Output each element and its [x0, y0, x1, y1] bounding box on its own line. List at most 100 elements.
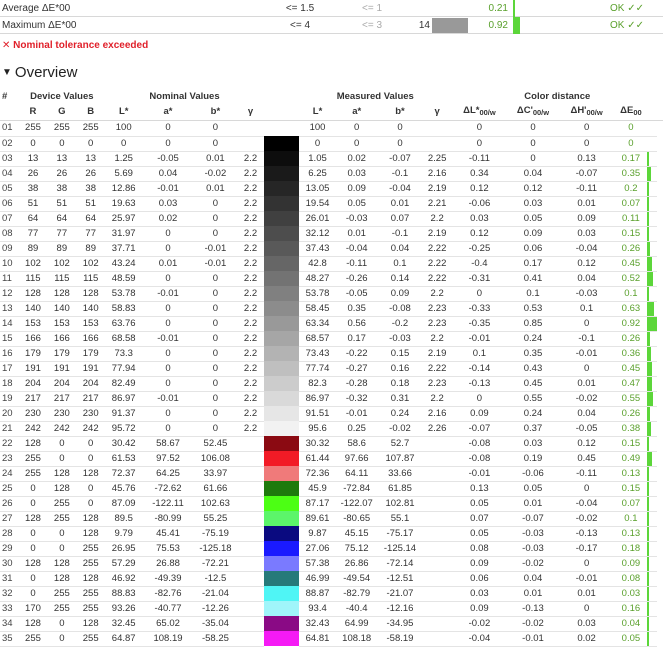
device-b: 128 — [76, 286, 106, 302]
table-row[interactable]: 19 217 217 217 86.97 -0.01 0 2.2 86.97 -0.32 0.31 2… — [0, 391, 663, 407]
table-row[interactable]: 04 26 26 26 5.69 0.04 -0.02 2.2 6.25 0.03 -0.1 2.16… — [0, 166, 663, 182]
delta-h: -0.01 — [558, 571, 615, 587]
table-row[interactable]: 29 0 0 255 26.95 75.53 -125.18 27.06 75.12 -125.1… — [0, 541, 663, 557]
color-swatch — [263, 256, 299, 271]
table-row[interactable]: 30 128 128 255 57.29 26.88 -72.21 57.38 26.86 -72… — [0, 556, 663, 572]
table-row[interactable]: 20 230 230 230 91.37 0 0 2.2 91.51 -0.01 0.24 2.16 0… — [0, 406, 663, 422]
col-header-g[interactable]: G — [47, 104, 77, 121]
delta-e-bar-cell — [647, 301, 657, 317]
table-row[interactable]: 07 64 64 64 25.97 0.02 0 2.2 26.01 -0.03 0.07 2.2 0.… — [0, 211, 663, 227]
nominal-a: 0.03 — [142, 196, 194, 212]
table-row[interactable]: 12 128 128 128 53.78 -0.01 0 2.2 53.78 -0.05 0.09 2… — [0, 286, 663, 302]
measured-gamma — [422, 451, 452, 467]
color-swatch — [263, 301, 299, 316]
table-row[interactable]: 21 242 242 242 95.72 0 0 2.2 95.6 0.25 -0.02 2.26 -0… — [0, 421, 663, 437]
table-row[interactable]: 31 0 128 128 46.92 -49.39 -12.5 46.99 -49.54 -12.… — [0, 571, 663, 587]
device-g: 153 — [47, 316, 77, 332]
measured-b: 61.85 — [377, 481, 423, 497]
nominal-a: -72.62 — [142, 481, 194, 497]
table-row[interactable]: 06 51 51 51 19.63 0.03 0 2.2 19.54 0.05 0.01 2.21 -0… — [0, 196, 663, 212]
table-row[interactable]: 18 204 204 204 82.49 0 0 2.2 82.3 -0.28 0.18 2.23 -0… — [0, 376, 663, 392]
table-row[interactable]: 24 255 128 128 72.37 64.25 33.97 72.36 64.11 33.6… — [0, 466, 663, 482]
col-header-nominal-gamma[interactable]: γ — [237, 104, 264, 121]
measured-a: -0.32 — [336, 391, 378, 407]
measured-a: -49.54 — [336, 571, 378, 587]
device-b: 89 — [76, 241, 106, 257]
nominal-b: -58.25 — [193, 631, 238, 647]
delta-e-bar-cell — [647, 616, 657, 632]
table-row[interactable]: 23 255 0 0 61.53 97.52 106.08 61.44 97.66 107.87-… — [0, 451, 663, 467]
measured-b: -75.17 — [377, 526, 423, 542]
col-header-delta-c[interactable]: ΔC'00/w — [507, 104, 559, 121]
table-row[interactable]: 09 89 89 89 37.71 0 -0.01 2.2 37.43 -0.04 0.04 2.22… — [0, 241, 663, 257]
measured-a: 0.35 — [336, 301, 378, 317]
measured-l: 9.87 — [298, 526, 337, 542]
nominal-l: 73.3 — [105, 346, 143, 362]
col-header-r[interactable]: R — [18, 104, 48, 121]
delta-e: 0.2 — [614, 181, 648, 197]
col-header-measured-gamma[interactable]: γ — [422, 104, 452, 121]
device-r: 255 — [18, 451, 48, 467]
delta-e-bar — [647, 361, 652, 376]
table-row[interactable]: 33 170 255 255 93.26 -40.77 -12.26 93.4 -40.4 -12… — [0, 601, 663, 617]
device-r: 128 — [18, 286, 48, 302]
col-header-nominal-a[interactable]: a* — [142, 104, 194, 121]
color-swatch — [263, 601, 299, 616]
table-row[interactable]: 13 140 140 140 58.83 0 0 2.2 58.45 0.35 -0.08 2.23-… — [0, 301, 663, 317]
color-swatch — [263, 451, 299, 466]
table-row[interactable]: 35 255 0 255 64.87 108.19 -58.25 64.81 108.18 -58… — [0, 631, 663, 647]
delta-c: 0.05 — [507, 211, 559, 227]
table-row[interactable]: 27 128 255 128 89.5 -80.99 55.25 89.61 -80.65 55.… — [0, 511, 663, 527]
table-row[interactable]: 28 0 0 128 9.79 45.41 -75.19 9.87 45.15 -75.17 0.0… — [0, 526, 663, 542]
nominal-a: 0 — [142, 301, 194, 317]
nominal-l: 82.49 — [105, 376, 143, 392]
table-row[interactable]: 05 38 38 38 12.86 -0.01 0.01 2.2 13.05 0.09 -0.04 2… — [0, 181, 663, 197]
nominal-l: 9.79 — [105, 526, 143, 542]
measured-a: 97.66 — [336, 451, 378, 467]
measured-a: -82.79 — [336, 586, 378, 602]
table-row[interactable]: 34 128 0 128 32.45 65.02 -35.04 32.43 64.99 -34.9… — [0, 616, 663, 632]
table-row[interactable]: 11 115 115 115 48.59 0 0 2.2 48.27 -0.26 0.14 2.22-… — [0, 271, 663, 287]
overview-section-toggle[interactable]: ▼ Overview — [2, 64, 77, 81]
patch-swatch-cell — [263, 511, 299, 526]
col-header-delta-e[interactable]: ΔE00 — [614, 104, 648, 121]
delta-e-bar — [647, 616, 650, 631]
table-row[interactable]: 10 102 102 102 43.24 0.01 -0.01 2.2 42.8 -0.11 0.1… — [0, 256, 663, 272]
col-header-measured-l[interactable]: L* — [298, 104, 337, 121]
table-row[interactable]: 02 0 0 0 0 0 0 0 0 0 0 0 0 0 — [0, 136, 663, 152]
tolerance-warning: ✕ Nominal tolerance exceeded — [2, 40, 149, 51]
col-header-measured-b[interactable]: b* — [377, 104, 423, 121]
nominal-a: 0 — [142, 136, 194, 152]
table-row[interactable]: 14 153 153 153 63.76 0 0 2.2 63.34 0.56 -0.2 2.23 -0… — [0, 316, 663, 332]
patch-swatch-cell — [263, 601, 299, 616]
col-header-delta-l[interactable]: ΔL*00/w — [451, 104, 508, 121]
col-header-b[interactable]: B — [76, 104, 106, 121]
device-g: 166 — [47, 331, 77, 347]
delta-c: 0.53 — [507, 301, 559, 317]
color-swatch — [263, 346, 299, 361]
col-header-delta-h[interactable]: ΔH'00/w — [558, 104, 615, 121]
table-row[interactable]: 15 166 166 166 68.58 -0.01 0 2.2 68.57 0.17 -0.03 2… — [0, 331, 663, 347]
nominal-b: 0 — [193, 346, 238, 362]
delta-e-bar-cell — [647, 376, 657, 392]
table-row[interactable]: 16 179 179 179 73.3 0 0 2.2 73.43 -0.22 0.15 2.19 0.… — [0, 346, 663, 362]
col-header-measured-a[interactable]: a* — [336, 104, 378, 121]
table-row[interactable]: 17 191 191 191 77.94 0 0 2.2 77.74 -0.27 0.16 2.22-… — [0, 361, 663, 377]
nominal-b: 0 — [193, 316, 238, 332]
table-row[interactable]: 26 0 255 0 87.09 -122.11 102.63 87.17 -122.07 102… — [0, 496, 663, 512]
table-row[interactable]: 22 128 0 0 30.42 58.67 52.45 30.32 58.6 52.7 -0.08… — [0, 436, 663, 452]
col-header-nominal-b[interactable]: b* — [193, 104, 238, 121]
color-swatch — [263, 151, 299, 166]
table-row[interactable]: 25 0 128 0 45.76 -72.62 61.66 45.9 -72.84 61.85 0.… — [0, 481, 663, 497]
nominal-l: 72.37 — [105, 466, 143, 482]
table-row[interactable]: 03 13 13 13 1.25 -0.05 0.01 2.2 1.05 0.02 -0.07 2.2… — [0, 151, 663, 167]
patch-swatch-cell — [263, 121, 299, 136]
delta-e-bar-cell — [647, 391, 657, 407]
table-row[interactable]: 32 0 255 255 88.83 -82.76 -21.04 88.87 -82.79 -21… — [0, 586, 663, 602]
table-row[interactable]: 01 255 255 255 100 0 0 100 0 0 0 0 0 0 — [0, 120, 663, 137]
col-header-nominal-l[interactable]: L* — [105, 104, 143, 121]
measured-gamma: 2.16 — [422, 166, 452, 182]
table-group-header-row: # Device Values Nominal Values Measured … — [0, 89, 663, 104]
table-row[interactable]: 08 77 77 77 31.97 0 0 2.2 32.12 0.01 -0.1 2.19 0.12 0… — [0, 226, 663, 242]
device-b: 255 — [76, 541, 106, 557]
